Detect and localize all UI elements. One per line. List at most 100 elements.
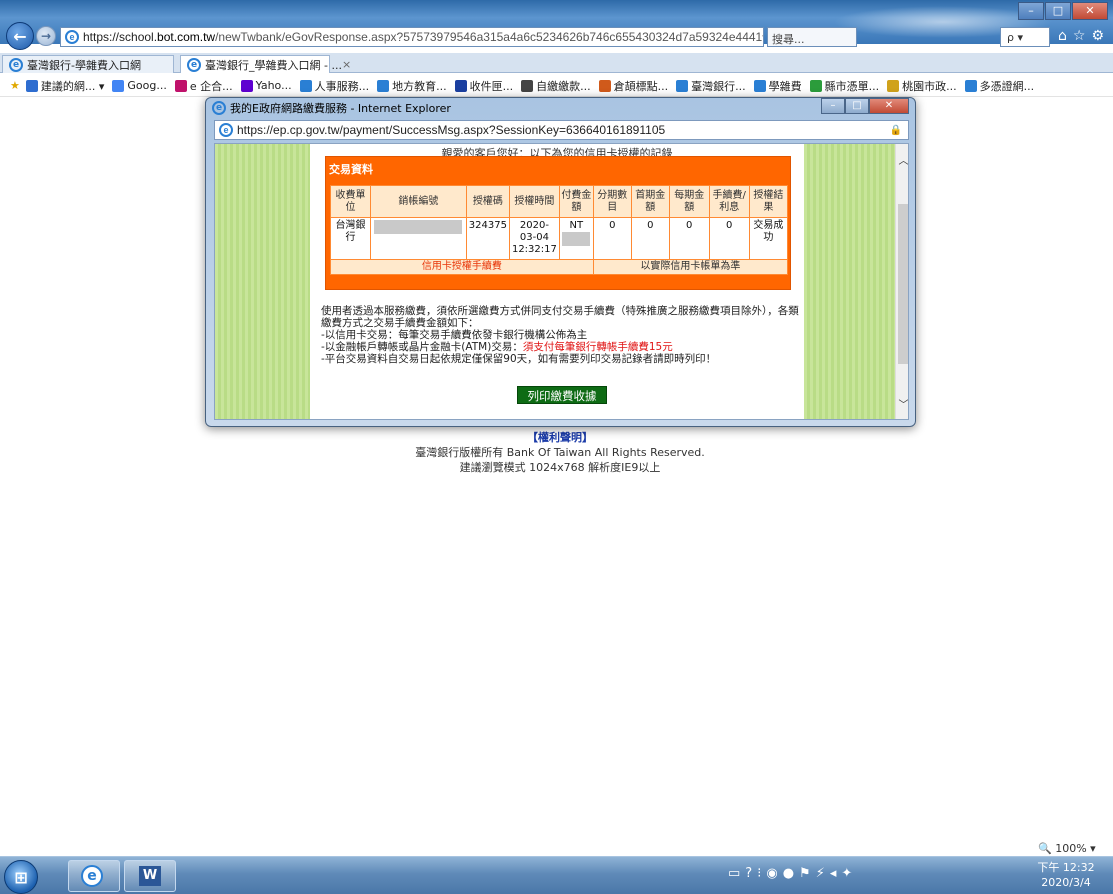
col-header-account: 銷帳編號 — [370, 185, 467, 218]
favorites-star-icon[interactable]: ☆ — [1073, 28, 1092, 44]
forward-button[interactable]: → — [36, 26, 56, 46]
tab-2[interactable]: e 臺灣銀行_學雜費入口網 - ... × — [180, 55, 351, 73]
favorite-item[interactable]: 建議的網... ▾ — [25, 78, 104, 94]
browser-recommendation-text: 建議瀏覽模式 1024x768 解析度IE9以上 — [459, 461, 661, 474]
internet-explorer-icon: e — [81, 865, 103, 887]
popup-close-button[interactable]: ✕ — [869, 98, 909, 114]
favorite-item[interactable]: 臺灣銀行... — [676, 78, 746, 94]
favorite-label: 人事服務... — [314, 79, 370, 93]
popup-title-bar: e 我的E政府網路繳費服務 - Internet Explorer — [212, 100, 712, 116]
left-green-border — [215, 144, 310, 419]
favorite-item[interactable]: 自繳繳款... — [521, 78, 591, 94]
favorite-site-icon — [454, 79, 467, 92]
tab-1-label: 臺灣銀行-學雜費入口網 — [27, 58, 141, 72]
favorite-label: 地方教育... — [392, 79, 447, 93]
favorites-star-icon[interactable]: ★ — [10, 79, 20, 92]
favorite-site-icon — [887, 79, 900, 92]
favorite-item[interactable]: 倉頡標點... — [598, 78, 668, 94]
col-header-auth-code: 授權碼 — [465, 185, 510, 218]
popup-scrollbar[interactable]: ︿ ﹀ — [895, 144, 909, 419]
favorite-item[interactable]: 收件匣... — [454, 78, 513, 94]
popup-minimize-button[interactable]: – — [821, 98, 845, 114]
antivirus-icon[interactable]: ◉ — [766, 866, 782, 881]
tab-close-icon[interactable]: × — [342, 58, 351, 71]
popup-address-bar: e https://ep.cp.gov.tw/payment/SuccessMs… — [214, 120, 909, 140]
power-icon[interactable]: ⚡ — [816, 866, 830, 881]
amount-currency: NT — [569, 220, 584, 231]
taskbar-ie-button[interactable]: e — [68, 860, 120, 892]
address-bar-controls[interactable]: ▾ 🔒 ↻ — [762, 31, 763, 44]
favorite-item[interactable]: 縣市憑單... — [809, 78, 880, 94]
search-box[interactable]: 搜尋... — [767, 27, 857, 47]
minimize-button[interactable]: – — [1018, 2, 1044, 20]
favorite-site-icon — [377, 79, 390, 92]
cell-first: 0 — [630, 217, 670, 260]
cell-installments: 0 — [592, 217, 632, 260]
ime-icon[interactable]: ✦ — [841, 866, 857, 881]
favorite-item[interactable]: Yaho... — [240, 78, 292, 94]
search-provider-dropdown[interactable]: ρ ▾ — [1000, 27, 1050, 47]
flag-icon[interactable]: ⚑ — [799, 866, 816, 881]
close-window-button[interactable]: ✕ — [1072, 2, 1108, 20]
volume-icon[interactable]: ◂ — [830, 866, 842, 881]
scroll-up-icon[interactable]: ︿ — [896, 152, 909, 167]
address-bar[interactable]: e https://school. bot.com.tw/newTwbank/eG… — [60, 27, 764, 47]
gear-icon[interactable]: ⚙ — [1091, 28, 1110, 44]
scroll-down-icon[interactable]: ﹀ — [896, 396, 909, 411]
col-header-amount: 付費金額 — [558, 185, 594, 218]
maximize-button[interactable]: □ — [1045, 2, 1071, 20]
chrome-icon[interactable]: ● — [783, 866, 799, 881]
start-button[interactable]: ⊞ — [4, 860, 38, 894]
tray-icon[interactable]: ⁝ — [757, 866, 766, 881]
print-receipt-button[interactable]: 列印繳費收據 — [517, 386, 607, 404]
home-icon[interactable]: ⌂ — [1058, 28, 1073, 44]
favorite-item[interactable]: 地方教育... — [377, 78, 447, 94]
favorite-item[interactable]: 桃園市政... — [887, 78, 957, 94]
favorite-label: 臺灣銀行... — [691, 79, 746, 93]
back-button[interactable]: ← — [6, 22, 34, 50]
favorite-site-icon — [753, 79, 766, 92]
favorites-list: 建議的網... ▾ Goog... e 企合... Yaho... 人事服務... 地方教… — [25, 78, 1042, 94]
popup-url: https://ep.cp.gov.tw/payment/SuccessMsg.… — [237, 123, 666, 137]
favorite-item[interactable]: 多憑證網... — [964, 78, 1035, 94]
note-line-3-prefix: -以金融帳戶轉帳或晶片金融卡(ATM)交易： — [321, 341, 523, 353]
tab-1[interactable]: e 臺灣銀行-學雜費入口網 — [2, 55, 174, 73]
ie-tab-icon: e — [9, 57, 23, 72]
ie-page-icon: e — [219, 123, 233, 137]
rights-link[interactable]: 【權利聲明】 — [300, 430, 820, 445]
favorite-label: 學雜費 — [768, 79, 802, 93]
right-green-border — [804, 144, 895, 419]
table-row: 台灣銀行 324375 2020-03-04 12:32:17 NT 0 0 0… — [330, 217, 789, 260]
help-icon[interactable]: ? — [745, 866, 757, 881]
network-icon[interactable]: ▭ — [728, 866, 745, 881]
favorites-bar: ★ 建議的網... ▾ Goog... e 企合... Yaho... 人事服務... 地… — [0, 75, 1113, 97]
url-host-prefix: https://school. — [83, 30, 158, 44]
zoom-icon: 🔍 — [1038, 842, 1052, 855]
favorite-item[interactable]: 人事服務... — [299, 78, 370, 94]
popup-window-controls: – □ ✕ — [821, 98, 909, 114]
scroll-thumb[interactable] — [898, 204, 908, 364]
favorite-site-icon — [598, 79, 611, 92]
favorite-label: 多憑證網... — [979, 79, 1035, 93]
favorite-item[interactable]: 學雜費 — [753, 78, 802, 94]
popup-maximize-button[interactable]: □ — [845, 98, 869, 114]
taskbar-clock[interactable]: 下午 12:32 2020/3/4 — [1036, 860, 1096, 890]
favorite-item[interactable]: Goog... — [112, 78, 167, 94]
favorite-label: Goog... — [127, 79, 167, 92]
note-line-4: -平台交易資料自交易日起依規定僅保留90天，如有需要列印交易記錄者請即時列印！ — [321, 353, 717, 365]
popup-title: 我的E政府網路繳費服務 - Internet Explorer — [230, 102, 451, 115]
transaction-panel: 交易資料 收費單位 銷帳編號 授權碼 授權時間 付費金額 分期數目 首期金額 每… — [325, 156, 791, 290]
page-footer: 【權利聲明】 臺灣銀行版權所有 Bank Of Taiwan All Right… — [300, 430, 820, 475]
back-arrow-icon: ← — [13, 26, 27, 46]
taskbar-word-button[interactable]: W — [124, 860, 176, 892]
tab-2-label: 臺灣銀行_學雜費入口網 - ... — [205, 58, 342, 72]
favorite-site-icon — [240, 79, 253, 92]
favorite-item[interactable]: e 企合... — [174, 78, 233, 94]
table-footer-row: 信用卡授權手續費 以實際信用卡帳單為準 — [330, 259, 789, 275]
ie-tab-icon: e — [187, 57, 201, 72]
favorite-label: 縣市憑單... — [824, 79, 880, 93]
note-line-1: 使用者透過本服務繳費，須依所選繳費方式併同支付交易手續費（特殊推廣之服務繳費項目… — [321, 305, 799, 329]
zoom-level[interactable]: 🔍 100% ▾ — [1038, 842, 1096, 855]
cell-auth-time: 2020-03-04 12:32:17 — [508, 217, 560, 260]
section-title: 交易資料 — [329, 163, 373, 176]
